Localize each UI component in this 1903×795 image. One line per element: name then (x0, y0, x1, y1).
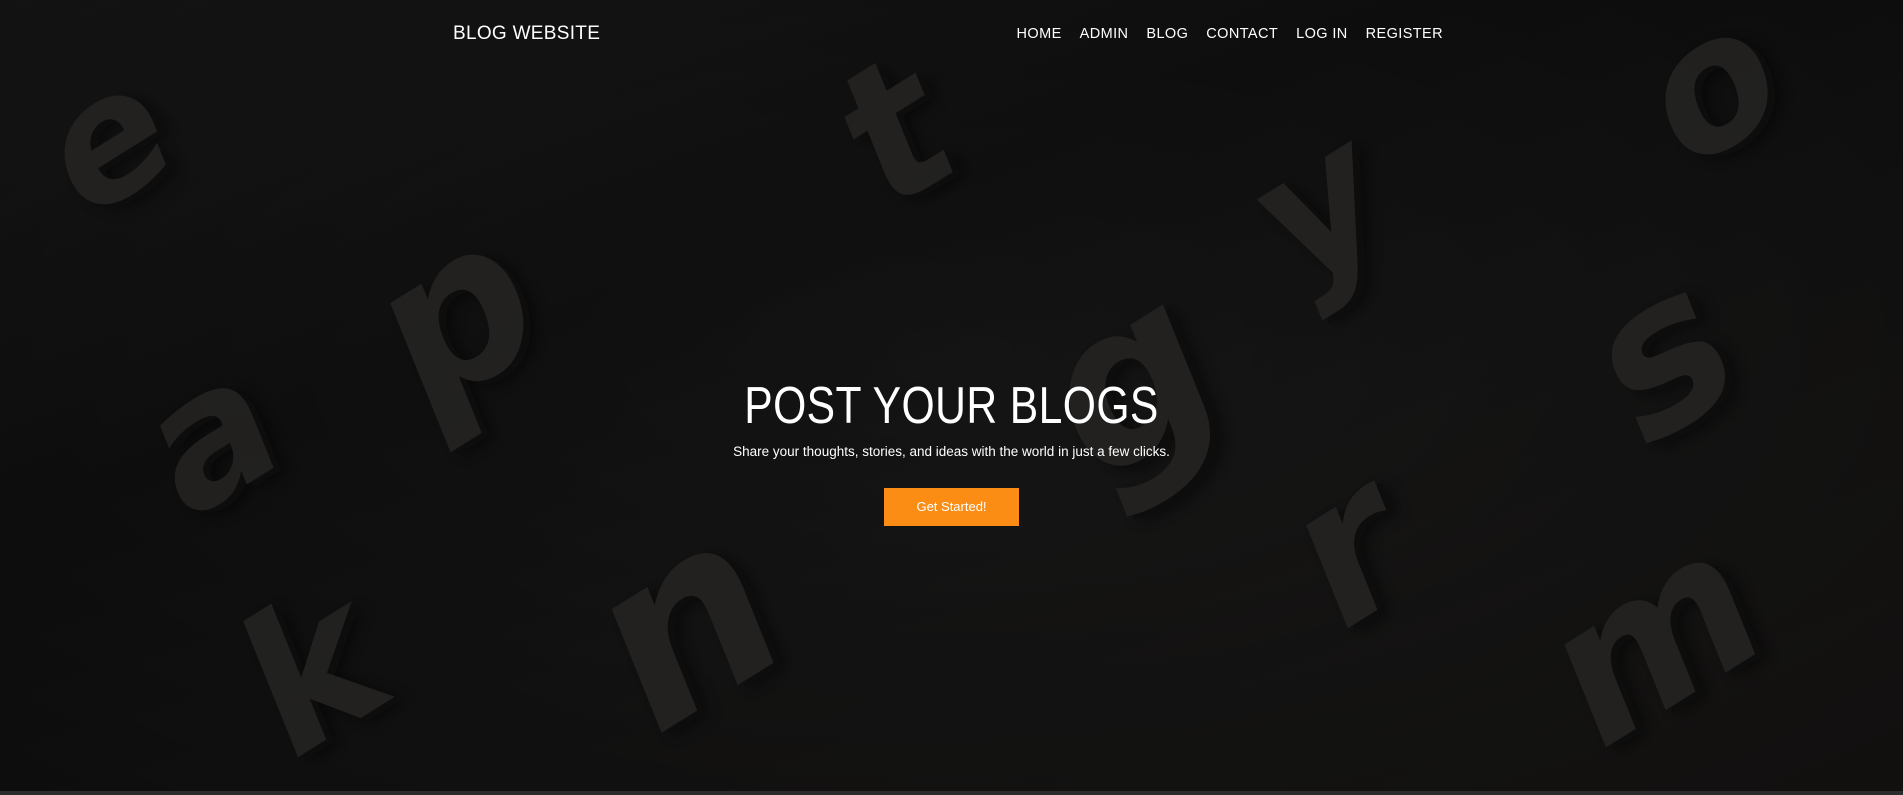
bottom-divider (0, 791, 1903, 795)
nav-item-admin: ADMIN (1080, 25, 1129, 43)
nav-item-login: LOG IN (1296, 25, 1348, 43)
hero-section: p a n g y r e t s k m o BLOG WEBSITE HOM… (0, 0, 1903, 791)
nav-link-admin[interactable]: ADMIN (1080, 26, 1129, 42)
nav-link-contact[interactable]: CONTACT (1206, 26, 1278, 42)
get-started-button[interactable]: Get Started! (884, 488, 1019, 526)
nav-link-home[interactable]: HOME (1017, 26, 1062, 42)
top-navbar: BLOG WEBSITE HOME ADMIN BLOG CONTACT LOG… (0, 0, 1903, 70)
nav-item-blog: BLOG (1146, 25, 1188, 43)
nav-link-blog[interactable]: BLOG (1146, 26, 1188, 42)
nav-links: HOME ADMIN BLOG CONTACT LOG IN REGISTER (1017, 25, 1443, 43)
hero-content: POST YOUR BLOGS Share your thoughts, sto… (0, 372, 1903, 526)
brand-logo-link[interactable]: BLOG WEBSITE (453, 23, 600, 45)
hero-subtitle: Share your thoughts, stories, and ideas … (733, 444, 1170, 459)
nav-item-register: REGISTER (1366, 25, 1443, 43)
nav-item-home: HOME (1017, 25, 1062, 43)
nav-link-register[interactable]: REGISTER (1366, 26, 1443, 42)
nav-link-login[interactable]: LOG IN (1296, 26, 1348, 42)
nav-item-contact: CONTACT (1206, 25, 1278, 43)
hero-title: POST YOUR BLOGS (744, 377, 1159, 435)
